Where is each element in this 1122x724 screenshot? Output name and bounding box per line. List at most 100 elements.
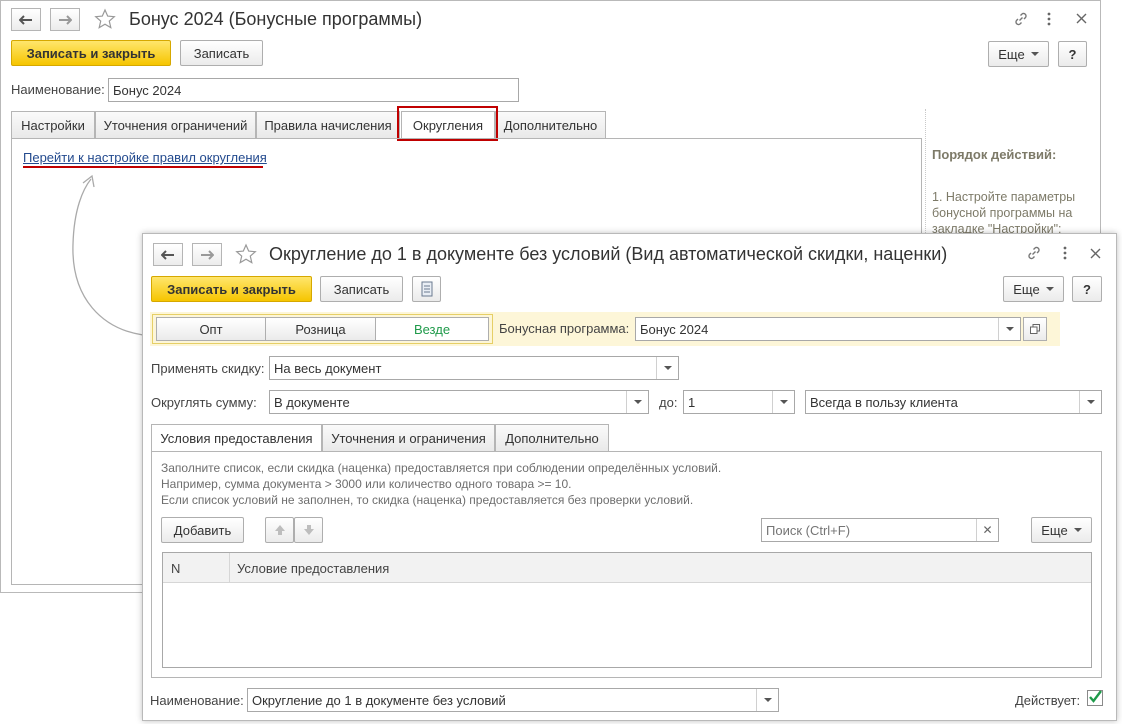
side-heading: Порядок действий: [932, 147, 1057, 162]
table-more-button[interactable]: Еще [1031, 517, 1092, 543]
search-input[interactable] [766, 522, 966, 538]
hint-line-3: Если список условий не заполнен, то скид… [161, 493, 694, 507]
apply-field[interactable]: На весь документ [269, 356, 679, 380]
chevron-down-icon [779, 400, 788, 404]
tab-additional[interactable]: Дополнительно [495, 111, 606, 138]
help-button-2[interactable]: ? [1072, 276, 1102, 302]
chevron-down-icon [1045, 287, 1054, 291]
bonus-program-label: Бонусная программа: [499, 321, 630, 336]
back-button[interactable] [11, 8, 41, 31]
dropdown-button[interactable] [998, 318, 1020, 340]
tab-settings[interactable]: Настройки [11, 111, 95, 138]
open-window-icon [1030, 324, 1040, 334]
arrow-down-icon [303, 525, 314, 535]
document-list-icon [421, 281, 432, 297]
dropdown-button[interactable] [756, 689, 778, 711]
name-label: Наименование: [11, 82, 105, 97]
tab-limit-clarifications[interactable]: Уточнения ограничений [95, 111, 256, 138]
segment-everywhere[interactable]: Везде [375, 317, 489, 341]
save-close-button-2[interactable]: Записать и закрыть [151, 276, 312, 302]
more-button[interactable]: Еще [988, 41, 1049, 67]
chevron-down-icon [1005, 327, 1014, 331]
name-field[interactable]: Бонус 2024 [108, 78, 519, 102]
side-text: 1. Настройте параметры бонусной программ… [932, 190, 1076, 236]
name-value-2: Округление до 1 в документе без условий [252, 692, 506, 708]
round-value: В документе [274, 394, 350, 410]
active-checkbox[interactable] [1087, 690, 1103, 706]
star-icon[interactable] [94, 8, 116, 30]
window-title: Бонус 2024 (Бонусные программы) [129, 9, 423, 29]
save-button[interactable]: Записать [180, 40, 263, 66]
hint-line-2: Например, сумма документа > 3000 или кол… [161, 477, 572, 491]
rounding-rules-link[interactable]: Перейти к настройке правил округления [23, 150, 267, 165]
close-icon[interactable] [1090, 248, 1101, 259]
segment-wholesale[interactable]: Опт [156, 317, 266, 341]
chevron-down-icon [1030, 52, 1039, 56]
more-button-2[interactable]: Еще [1003, 276, 1064, 302]
column-header-n[interactable]: N [171, 561, 180, 576]
chevron-down-icon [663, 366, 672, 370]
dropdown-button[interactable] [1079, 391, 1101, 413]
arrow-right-icon [201, 249, 214, 260]
open-button[interactable] [1023, 317, 1047, 341]
arrow-left-icon [19, 14, 32, 25]
to-label: до: [659, 395, 678, 410]
link-underline-highlight [23, 166, 263, 168]
apply-value: На весь документ [274, 360, 382, 376]
star-icon[interactable] [235, 243, 257, 265]
conditions-table: N Условие предоставления [162, 552, 1092, 668]
chevron-down-icon [1086, 400, 1095, 404]
favor-value: Всегда в пользу клиента [810, 394, 958, 410]
to-field[interactable]: 1 [683, 390, 795, 414]
dropdown-button[interactable] [626, 391, 648, 413]
back-button-2[interactable] [153, 243, 183, 266]
move-down-button[interactable] [294, 517, 323, 543]
link-icon[interactable] [1013, 11, 1029, 27]
clear-search-icon[interactable]: ✕ [976, 519, 998, 541]
more-label-2: Еще [1013, 281, 1040, 297]
to-value: 1 [688, 394, 696, 410]
close-icon[interactable] [1076, 13, 1087, 24]
table-more-label: Еще [1041, 522, 1068, 538]
arrow-left-icon [161, 249, 174, 260]
arrow-right-icon [59, 14, 72, 25]
curved-arrow [72, 174, 144, 336]
chevron-down-icon [763, 698, 772, 702]
discount-kind-window: Округление до 1 в документе без условий … [142, 233, 1117, 721]
arrow-up-icon [274, 525, 285, 535]
round-label: Округлять сумму: [151, 395, 257, 410]
tab-highlight-frame [397, 106, 498, 141]
more-label: Еще [998, 46, 1025, 62]
name-field-2[interactable]: Округление до 1 в документе без условий [247, 688, 779, 712]
window-title-2: Округление до 1 в документе без условий … [269, 244, 948, 264]
move-up-button[interactable] [265, 517, 294, 543]
help-button[interactable]: ? [1058, 41, 1087, 67]
name-label-2: Наименование: [150, 693, 244, 708]
forward-button[interactable] [50, 8, 80, 31]
dropdown-button[interactable] [772, 391, 794, 413]
more-vertical-icon[interactable] [1061, 245, 1069, 261]
dropdown-button[interactable] [656, 357, 678, 379]
active-label: Действует: [1015, 693, 1081, 708]
round-field[interactable]: В документе [269, 390, 649, 414]
column-header-condition[interactable]: Условие предоставления [237, 561, 389, 576]
more-vertical-icon[interactable] [1045, 11, 1053, 27]
checkmark-icon [1089, 690, 1102, 703]
save-close-button[interactable]: Записать и закрыть [11, 40, 171, 66]
link-icon[interactable] [1026, 245, 1042, 261]
hint-line-1: Заполните список, если скидка (наценка) … [161, 461, 722, 475]
tab-accrual-rules[interactable]: Правила начисления [256, 111, 400, 138]
document-icon-button[interactable] [412, 276, 441, 302]
bonus-program-field[interactable]: Бонус 2024 [635, 317, 1021, 341]
segment-retail[interactable]: Розница [265, 317, 376, 341]
save-button-2[interactable]: Записать [320, 276, 403, 302]
search-field[interactable]: ✕ [761, 518, 999, 542]
tab-additional-2[interactable]: Дополнительно [495, 424, 609, 451]
tab-clarifications[interactable]: Уточнения и ограничения [322, 424, 495, 451]
add-button[interactable]: Добавить [161, 517, 244, 543]
chevron-down-icon [1073, 528, 1082, 532]
forward-button-2[interactable] [192, 243, 222, 266]
tab-conditions[interactable]: Условия предоставления [151, 424, 322, 452]
favor-field[interactable]: Всегда в пользу клиента [805, 390, 1102, 414]
chevron-down-icon [633, 400, 642, 404]
